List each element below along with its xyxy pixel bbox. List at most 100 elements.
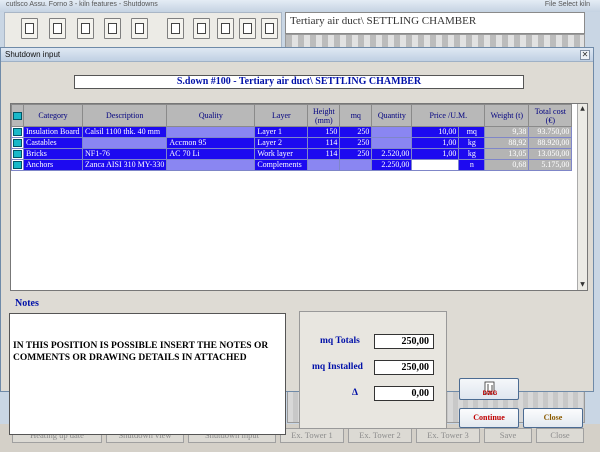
masks-icon[interactable] <box>193 18 210 39</box>
tab-ex-tower-1[interactable]: Ex. Tower 1 <box>280 428 344 443</box>
delta-field[interactable]: 0,00 <box>374 386 434 401</box>
add-value-icon[interactable] <box>261 18 278 39</box>
scroll-up-icon[interactable]: ▲ <box>578 104 587 114</box>
zoom-in-icon[interactable] <box>239 18 256 39</box>
cell-unit[interactable]: n <box>458 159 486 171</box>
row-selector-icon <box>13 150 22 158</box>
cell-unit[interactable]: kg <box>458 137 486 149</box>
bg-toolbar <box>4 12 282 48</box>
cell-mq[interactable] <box>339 159 373 171</box>
cell-description[interactable]: Zanca AISI 310 MY-330 <box>81 159 168 171</box>
close-icon[interactable]: ✕ <box>580 50 590 60</box>
cell-price[interactable]: 1,00 <box>411 148 460 160</box>
add-item-icon[interactable] <box>77 18 94 39</box>
tab-ex-tower-2[interactable]: Ex. Tower 2 <box>348 428 412 443</box>
document-icon[interactable] <box>49 18 66 39</box>
row-selector[interactable] <box>11 148 24 160</box>
dialog-titlebar[interactable]: Shutdown input ✕ <box>1 48 593 62</box>
cell-description[interactable] <box>81 137 168 149</box>
cell-layer[interactable]: Layer 2 <box>254 137 309 149</box>
cell-quantity[interactable]: 2.520,00 <box>371 148 413 160</box>
cell-unit[interactable]: mq <box>458 126 486 138</box>
close-button[interactable]: Close <box>523 408 583 428</box>
delta-label: Δ <box>352 388 358 398</box>
cell-weight: 88,92 <box>484 137 530 149</box>
grid-empty-area <box>11 172 577 290</box>
header-selector <box>11 104 24 127</box>
col-header-quality: Quality <box>166 104 256 127</box>
cell-quality[interactable] <box>166 126 256 138</box>
mq-installed-field[interactable]: 250,00 <box>374 360 434 375</box>
cell-price[interactable]: 1,00 <box>411 137 460 149</box>
mq-totals-label: mq Totals <box>320 336 360 346</box>
kiln-icon[interactable] <box>104 18 121 39</box>
cell-price[interactable]: 2,30 <box>411 159 460 171</box>
row-selector-icon <box>13 139 22 147</box>
cell-quality[interactable] <box>166 159 256 171</box>
col-header-mq: mq <box>339 104 373 127</box>
chart-icon[interactable] <box>131 18 148 39</box>
row-selector[interactable] <box>11 137 24 149</box>
cell-category[interactable]: Castables <box>23 137 83 149</box>
col-header-total-cost: Total cost (€) <box>528 104 573 127</box>
cell-height[interactable]: 114 <box>307 148 341 160</box>
materials-grid: Category Description Quality Layer Heigh… <box>10 103 588 291</box>
notes-label: Notes <box>15 298 39 309</box>
cell-quality[interactable]: Accmon 95 <box>166 137 256 149</box>
header-selector-icon <box>13 111 22 120</box>
cell-category[interactable]: Insulation Board <box>23 126 83 138</box>
cell-description[interactable]: Calsil 1100 thk. 40 mm <box>81 126 168 138</box>
col-header-height: Height (mm) <box>307 104 341 127</box>
cell-height[interactable]: 150 <box>307 126 341 138</box>
print-icon[interactable] <box>21 18 38 39</box>
cell-mq[interactable]: 250 <box>339 126 373 138</box>
row-selector[interactable] <box>11 126 24 138</box>
bg-window-title-right: File Select kiln <box>544 1 590 8</box>
scroll-down-icon[interactable]: ▼ <box>578 280 587 290</box>
cell-layer[interactable]: Work layer <box>254 148 309 160</box>
cell-total-cost: 13.050,00 <box>528 148 573 160</box>
continue-button[interactable]: Continue <box>459 408 519 428</box>
copy-icon[interactable] <box>217 18 234 39</box>
row-selector-icon <box>13 128 22 136</box>
cell-category[interactable]: Anchors <box>23 159 83 171</box>
dialog-title: Shutdown input <box>5 50 61 59</box>
cell-quantity[interactable]: 2.250,00 <box>371 159 413 171</box>
cell-total-cost: 88.920,00 <box>528 137 573 149</box>
grid-vertical-scrollbar[interactable]: ▲ ▼ <box>577 104 587 290</box>
tab-save[interactable]: Save <box>484 428 532 443</box>
table-row[interactable]: Anchors Zanca AISI 310 MY-330 Complement… <box>11 159 573 171</box>
cell-layer[interactable]: Layer 1 <box>254 126 309 138</box>
col-header-category: Category <box>23 104 83 127</box>
bg-heading-field: Tertiary air duct\ SETTLING CHAMBER <box>285 12 585 34</box>
dwg-attachment-button[interactable]: DWG <box>459 378 519 400</box>
cell-quantity[interactable] <box>371 137 413 149</box>
mq-totals-field[interactable]: 250,00 <box>374 334 434 349</box>
row-selector[interactable] <box>11 159 24 171</box>
cell-price[interactable]: 10,00 <box>411 126 460 138</box>
cell-height[interactable]: 114 <box>307 137 341 149</box>
cell-layer[interactable]: Complements <box>254 159 309 171</box>
grid-icon[interactable] <box>167 18 184 39</box>
cell-unit[interactable]: kg <box>458 148 486 160</box>
cell-quality[interactable]: AC 70 Li <box>166 148 256 160</box>
cell-category[interactable]: Bricks <box>23 148 83 160</box>
table-row[interactable]: Castables Accmon 95 Layer 2 114 250 1,00… <box>11 137 573 149</box>
tab-ex-tower-3[interactable]: Ex. Tower 3 <box>416 428 480 443</box>
col-header-layer: Layer <box>254 104 309 127</box>
bg-ruler-strip <box>285 34 585 48</box>
cell-mq[interactable]: 250 <box>339 148 373 160</box>
col-header-quantity: Quantity <box>371 104 413 127</box>
page-title: S.down #100 - Tertiary air duct\ SETTLIN… <box>74 75 524 89</box>
cell-height[interactable] <box>307 159 341 171</box>
cell-quantity[interactable] <box>371 126 413 138</box>
cell-description[interactable]: NF1-76 <box>81 148 168 160</box>
cell-total-cost: 5.175,00 <box>528 159 573 171</box>
notes-textarea[interactable]: IN THIS POSITION IS POSSIBLE INSERT THE … <box>9 313 286 435</box>
table-row[interactable]: Insulation Board Calsil 1100 thk. 40 mm … <box>11 126 573 138</box>
cell-mq[interactable]: 250 <box>339 137 373 149</box>
col-header-price: Price /U.M. <box>411 104 486 127</box>
table-row[interactable]: Bricks NF1-76 AC 70 Li Work layer 114 25… <box>11 148 573 160</box>
tab-close[interactable]: Close <box>536 428 584 443</box>
cell-weight: 9,38 <box>484 126 530 138</box>
